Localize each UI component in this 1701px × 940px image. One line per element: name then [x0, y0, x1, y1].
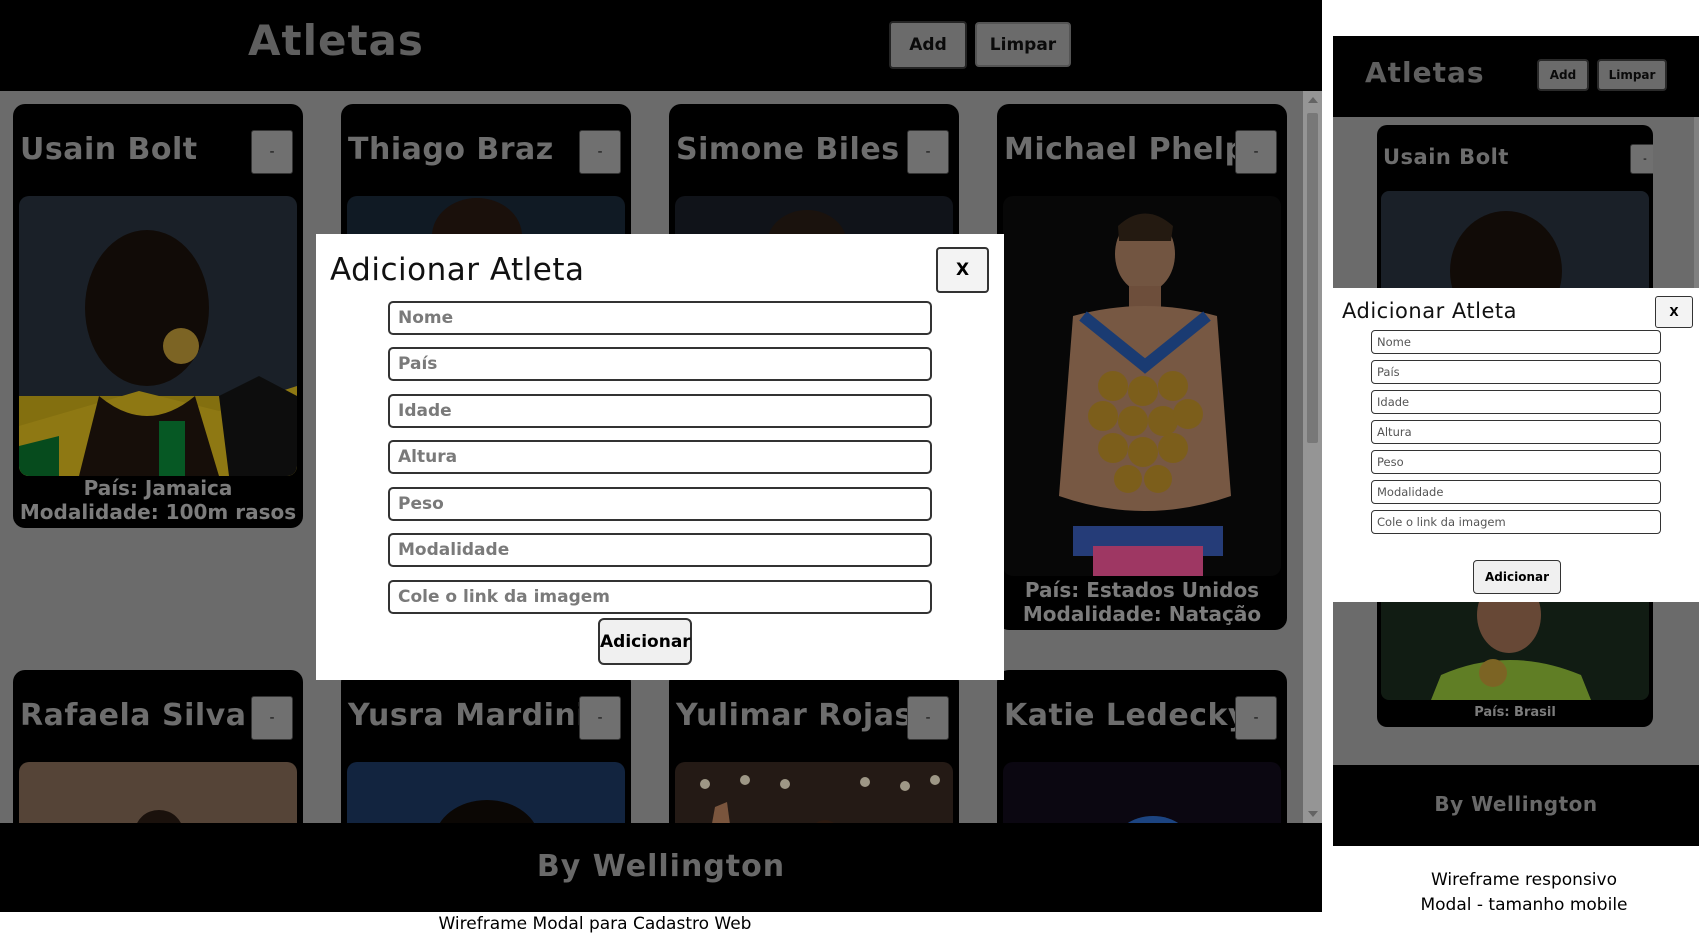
submit-add-button[interactable]: Adicionar: [1473, 560, 1561, 594]
mobile-caption-line2: Modal - tamanho mobile: [1420, 895, 1628, 915]
modal-title: Adicionar Atleta: [1342, 299, 1517, 323]
weight-field[interactable]: [1371, 450, 1661, 474]
mobile-caption-line1: Wireframe responsivo: [1431, 870, 1617, 890]
modal-title: Adicionar Atleta: [330, 252, 585, 288]
mobile-add-athlete-modal: Adicionar Atleta X Adicionar: [1333, 288, 1699, 602]
age-field[interactable]: [388, 394, 932, 428]
image-link-field[interactable]: [388, 580, 932, 614]
add-athlete-modal: Adicionar Atleta X Adicionar: [316, 234, 1004, 680]
submit-add-button[interactable]: Adicionar: [598, 618, 692, 665]
height-field[interactable]: [388, 440, 932, 474]
country-field[interactable]: [1371, 360, 1661, 384]
desktop-caption: Wireframe Modal para Cadastro Web: [438, 914, 752, 934]
close-modal-button[interactable]: X: [1655, 296, 1693, 328]
name-field[interactable]: [388, 301, 932, 335]
name-field[interactable]: [1371, 330, 1661, 354]
sport-field[interactable]: [1371, 480, 1661, 504]
mobile-caption: Wireframe responsivo Modal - tamanho mob…: [1333, 868, 1701, 918]
sport-field[interactable]: [388, 533, 932, 567]
height-field[interactable]: [1371, 420, 1661, 444]
age-field[interactable]: [1371, 390, 1661, 414]
mobile-wireframe: Atletas Add Limpar Usain Bolt - País: Br…: [1333, 36, 1699, 846]
country-field[interactable]: [388, 347, 932, 381]
image-link-field[interactable]: [1371, 510, 1661, 534]
close-modal-button[interactable]: X: [936, 247, 989, 293]
desktop-wireframe: Atletas Add Limpar Usain Bolt - País: Ja…: [0, 0, 1322, 912]
weight-field[interactable]: [388, 487, 932, 521]
